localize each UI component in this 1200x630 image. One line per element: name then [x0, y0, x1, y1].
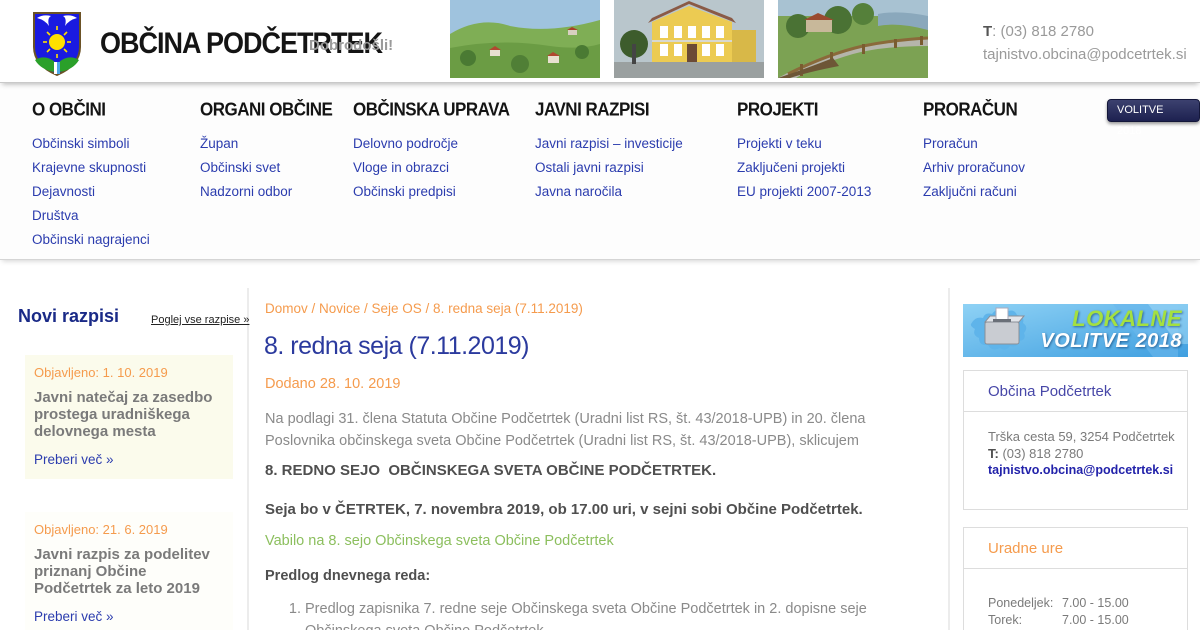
municipality-phone: T: (03) 818 2780: [988, 445, 1177, 462]
banner-text: LOKALNE VOLITVE 2018: [1040, 307, 1182, 353]
nav-link-drustva[interactable]: Društva: [32, 209, 150, 223]
header-photo-road-bridge: [778, 0, 928, 78]
nav-link-zupan[interactable]: Župan: [200, 137, 332, 151]
header-contact: T: (03) 818 2780 tajnistvo.obcina@podcet…: [983, 20, 1187, 66]
municipality-contact-box: Občina Podčetrtek Trška cesta 59, 3254 P…: [963, 370, 1188, 510]
page-title: 8. redna seja (7.11.2019): [264, 332, 530, 360]
left-sidebar-title: Novi razpisi: [18, 306, 120, 326]
nav-column-organi-obcine: ORGANI OBČINE Župan Občinski svet Nadzor…: [200, 84, 333, 199]
nav-link-arhiv-proracunov[interactable]: Arhiv proračunov: [923, 161, 1025, 175]
site-header: OBČINA PODČETRTEK Dobrodošli! T: (03) 81…: [0, 0, 1200, 83]
nav-link-obcinski-svet[interactable]: Občinski svet: [200, 161, 332, 175]
nav-column-proracun: PRORAČUN Proračun Arhiv proračunov Zaklj…: [923, 84, 1025, 199]
nav-link-proracun[interactable]: Proračun: [923, 137, 1025, 151]
nav-heading-javni-razpisi[interactable]: JAVNI RAZPISI: [535, 99, 683, 121]
hours-row: Torek: 7.00 - 15.00: [988, 612, 1177, 629]
phone-label: T:: [988, 446, 999, 461]
hours-day: Ponedeljek:: [988, 596, 1054, 610]
hours-box-title: Uradne ure: [964, 528, 1187, 569]
nav-link-obcinski-predpisi[interactable]: Občinski predpisi: [353, 185, 510, 199]
nav-link-delovno-podrocje[interactable]: Delovno področje: [353, 137, 510, 151]
nav-heading-obcinska-uprava[interactable]: OBČINSKA UPRAVA: [353, 99, 510, 121]
nav-link-krajevne-skupnosti[interactable]: Krajevne skupnosti: [32, 161, 150, 175]
nav-heading-o-obcini[interactable]: O OBČINI: [32, 99, 150, 121]
nav-link-ostali-javni-razpisi[interactable]: Ostali javni razpisi: [535, 161, 683, 175]
volitve-2018-button[interactable]: VOLITVE 2018: [1107, 99, 1200, 137]
right-column-divider: [948, 288, 950, 630]
nav-heading-projekti[interactable]: PROJEKTI: [737, 99, 871, 121]
office-hours-box: Uradne ure Ponedeljek: 7.00 - 15.00 Tore…: [963, 527, 1188, 630]
nav-link-obcinski-nagrajenci[interactable]: Občinski nagrajenci: [32, 233, 150, 247]
read-more-link[interactable]: Preberi več »: [34, 452, 224, 467]
session-heading: 8. REDNO SEJO OBČINSKEGA SVETA OBČINE PO…: [265, 462, 717, 479]
nav-link-zakljuceni-projekti[interactable]: Zaključeni projekti: [737, 161, 871, 175]
session-time-line: Seja bo v ČETRTEK, 7. novembra 2019, ob …: [265, 501, 863, 518]
hours-value: 7.00 - 15.00: [1062, 613, 1129, 627]
lokalne-volitve-banner[interactable]: LOKALNE VOLITVE 2018: [963, 304, 1188, 357]
phone-number: : (03) 818 2780: [992, 23, 1094, 40]
hours-row: Ponedeljek: 7.00 - 15.00: [988, 595, 1177, 612]
date-added: Dodano 28. 10. 2019: [265, 376, 401, 392]
hours-value: 7.00 - 15.00: [1062, 596, 1129, 610]
view-all-tenders-link[interactable]: Poglej vse razpise »: [151, 314, 249, 326]
header-photo-hills: [450, 0, 600, 78]
agenda-heading: Predlog dnevnega reda:: [265, 568, 431, 584]
news-title: Javni natečaj za zasedbo prostega uradni…: [34, 389, 213, 440]
contact-box-title: Občina Podčetrtek: [964, 371, 1187, 412]
phone-number: (03) 818 2780: [998, 446, 1084, 461]
news-published-date: Objavljeno: 21. 6. 2019: [34, 522, 168, 537]
nav-link-obcinski-simboli[interactable]: Občinski simboli: [32, 137, 150, 151]
agenda-item: Predlog zapisnika 7. redne seje Občinske…: [305, 598, 937, 630]
nav-column-obcinska-uprava: OBČINSKA UPRAVA Delovno področje Vloge i…: [353, 84, 510, 199]
agenda-list: Predlog zapisnika 7. redne seje Občinske…: [265, 598, 937, 630]
invitation-link[interactable]: Vabilo na 8. sejo Občinskega sveta Občin…: [265, 533, 614, 549]
nav-heading-organi-obcine[interactable]: ORGANI OBČINE: [200, 99, 333, 121]
main-navigation: O OBČINI Občinski simboli Krajevne skupn…: [0, 84, 1200, 260]
welcome-text: Dobrodošli!: [309, 37, 394, 54]
header-phone: T: (03) 818 2780: [983, 20, 1187, 43]
nav-column-projekti: PROJEKTI Projekti v teku Zaključeni proj…: [737, 84, 871, 199]
header-photo-town-hall: [614, 0, 764, 78]
nav-link-javna-narocila[interactable]: Javna naročila: [535, 185, 683, 199]
nav-column-javni-razpisi: JAVNI RAZPISI Javni razpisi – investicij…: [535, 84, 683, 199]
nav-link-vloge-in-obrazci[interactable]: Vloge in obrazci: [353, 161, 510, 175]
municipality-coat-of-arms-logo[interactable]: [33, 12, 81, 77]
news-published-date: Objavljeno: 1. 10. 2019: [34, 365, 168, 380]
nav-link-nadzorni-odbor[interactable]: Nadzorni odbor: [200, 185, 332, 199]
nav-link-dejavnosti[interactable]: Dejavnosti: [32, 185, 150, 199]
nav-heading-proracun[interactable]: PRORAČUN: [923, 99, 1025, 121]
hours-box-body: Ponedeljek: 7.00 - 15.00 Torek: 7.00 - 1…: [964, 569, 1187, 630]
left-column-divider: [247, 288, 249, 630]
news-card[interactable]: Objavljeno: 21. 6. 2019 Javni razpis za …: [25, 512, 233, 630]
breadcrumb[interactable]: Domov / Novice / Seje OS / 8. redna seja…: [265, 301, 583, 316]
municipality-email-link[interactable]: tajnistvo.obcina@podcetrtek.si: [988, 462, 1177, 479]
nav-link-zakljucni-racuni[interactable]: Zaključni računi: [923, 185, 1025, 199]
hours-day: Torek:: [988, 613, 1023, 627]
read-more-link[interactable]: Preberi več »: [34, 609, 224, 624]
municipality-address: Trška cesta 59, 3254 Podčetrtek: [988, 429, 1175, 444]
nav-link-javni-razpisi-investicije[interactable]: Javni razpisi – investicije: [535, 137, 683, 151]
contact-box-body: Trška cesta 59, 3254 Podčetrtek T: (03) …: [964, 412, 1187, 489]
banner-line-volitve: VOLITVE 2018: [1040, 330, 1182, 352]
nav-link-eu-projekti[interactable]: EU projekti 2007-2013: [737, 185, 871, 199]
article-intro-paragraph: Na podlagi 31. člena Statuta Občine Podč…: [265, 411, 866, 449]
nav-column-o-obcini: O OBČINI Občinski simboli Krajevne skupn…: [32, 84, 150, 247]
banner-line-lokalne: LOKALNE: [1072, 306, 1182, 331]
page: OBČINA PODČETRTEK Dobrodošli! T: (03) 81…: [0, 0, 1200, 630]
phone-label: T: [983, 23, 993, 40]
news-title: Javni razpis za podelitev priznanj Občin…: [34, 546, 210, 597]
news-card[interactable]: Objavljeno: 1. 10. 2019 Javni natečaj za…: [25, 355, 233, 479]
nav-link-projekti-v-teku[interactable]: Projekti v teku: [737, 137, 871, 151]
header-email[interactable]: tajnistvo.obcina@podcetrtek.si: [983, 43, 1187, 66]
